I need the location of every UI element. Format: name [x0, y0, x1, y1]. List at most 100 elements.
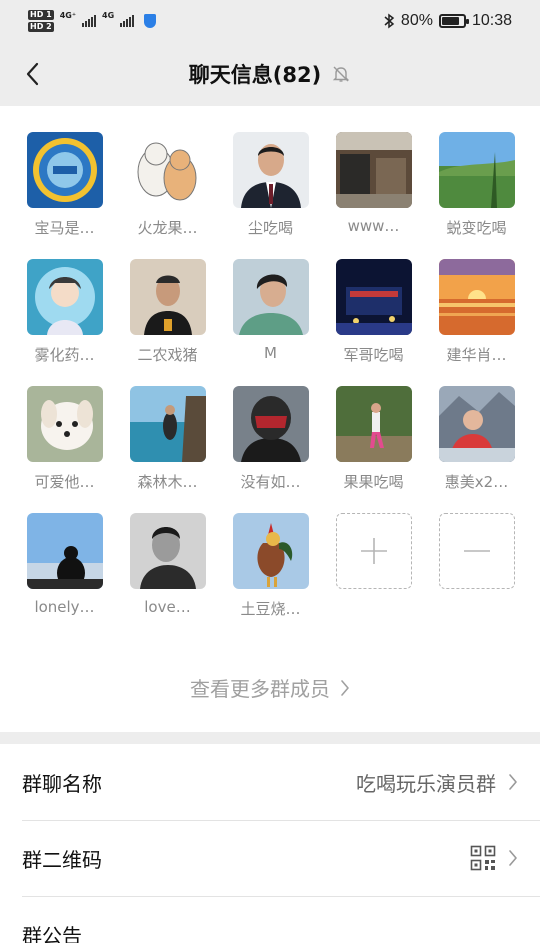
- member-item[interactable]: 森林木…: [116, 386, 219, 492]
- member-name: 尘吃喝: [247, 219, 293, 237]
- chevron-right-icon: [341, 679, 349, 696]
- avatar[interactable]: [129, 259, 206, 335]
- member-name: 惠美x2…: [444, 473, 509, 491]
- avatar[interactable]: [232, 132, 309, 208]
- avatar[interactable]: [26, 513, 103, 589]
- member-item[interactable]: lonely…: [13, 513, 116, 619]
- member-item[interactable]: www…: [322, 132, 425, 238]
- member-name: 果果吃喝: [343, 473, 404, 491]
- remove-member[interactable]: [425, 513, 528, 619]
- member-name: 火龙果…: [137, 219, 198, 237]
- member-name: love…: [144, 598, 191, 616]
- network-type-1: 4G⁺: [59, 10, 77, 20]
- member-item[interactable]: 二农戏猪: [116, 259, 219, 365]
- group-name-right: 吃喝玩乐演员群: [356, 768, 518, 797]
- avatar[interactable]: [232, 259, 309, 335]
- member-item[interactable]: 没有如…: [219, 386, 322, 492]
- qr-code-right: [470, 845, 518, 871]
- title-wrap: 聊天信息(82): [189, 59, 351, 89]
- qr-code-icon: [470, 845, 496, 871]
- bell-off-icon: [333, 66, 350, 82]
- members-grid: 宝马是… 火龙果… 尘吃喝 www… 蜕变吃喝 雾化药… 二农戏猪 M 军哥吃喝…: [13, 132, 528, 619]
- member-name: www…: [347, 217, 400, 235]
- avatar[interactable]: [335, 132, 412, 208]
- page-title: 聊天信息(82): [188, 63, 322, 87]
- battery-percent: 80%: [400, 12, 433, 29]
- view-more-members[interactable]: 查看更多群成员: [0, 673, 540, 702]
- qr-code-label: 群二维码: [22, 847, 102, 872]
- chevron-left-icon: [26, 62, 39, 86]
- avatar[interactable]: [438, 386, 515, 462]
- members-section: 宝马是… 火龙果… 尘吃喝 www… 蜕变吃喝 雾化药… 二农戏猪 M 军哥吃喝…: [0, 106, 540, 732]
- add-member-button[interactable]: [335, 513, 412, 589]
- member-name: 二农戏猪: [137, 346, 198, 364]
- avatar[interactable]: [232, 386, 309, 462]
- member-item[interactable]: 土豆烧…: [219, 513, 322, 619]
- member-name: lonely…: [34, 598, 95, 616]
- member-name: 雾化药…: [34, 346, 95, 364]
- avatar[interactable]: [438, 259, 515, 335]
- group-name-value: 吃喝玩乐演员群: [356, 771, 496, 796]
- view-more-label: 查看更多群成员: [190, 677, 330, 701]
- hd2-badge: HD 2: [28, 22, 54, 32]
- avatar[interactable]: [26, 259, 103, 335]
- member-item[interactable]: 宝马是…: [13, 132, 116, 238]
- group-name-row[interactable]: 群聊名称 吃喝玩乐演员群: [0, 744, 540, 820]
- status-left: HD 1 HD 2 4G⁺ 4G: [28, 10, 157, 32]
- avatar[interactable]: [129, 386, 206, 462]
- bluetooth-icon: [384, 13, 395, 29]
- member-name: 没有如…: [240, 473, 301, 491]
- member-name: 军哥吃喝: [343, 346, 404, 364]
- avatar[interactable]: [232, 513, 309, 589]
- battery-fill: [441, 17, 459, 25]
- avatar[interactable]: [26, 386, 103, 462]
- member-item[interactable]: 蜕变吃喝: [425, 132, 528, 238]
- shield-icon: [144, 14, 157, 28]
- qr-code-row[interactable]: 群二维码: [0, 820, 540, 896]
- member-name: 建华肖…: [446, 346, 507, 364]
- status-bar: HD 1 HD 2 4G⁺ 4G 80% 10:38: [0, 0, 540, 42]
- chevron-right-icon: [509, 850, 517, 866]
- add-member[interactable]: [322, 513, 425, 619]
- group-name-label: 群聊名称: [22, 771, 102, 796]
- member-item[interactable]: 尘吃喝: [219, 132, 322, 238]
- battery-icon: [438, 14, 469, 28]
- member-item[interactable]: 建华肖…: [425, 259, 528, 365]
- avatar[interactable]: [335, 386, 412, 462]
- group-notice-row[interactable]: 群公告: [0, 896, 540, 943]
- signal-icon-2: [120, 15, 135, 27]
- group-notice-label: 群公告: [22, 923, 82, 943]
- avatar[interactable]: [129, 513, 206, 589]
- member-item[interactable]: M: [219, 259, 322, 365]
- status-right: 80% 10:38: [383, 12, 512, 30]
- member-item[interactable]: 果果吃喝: [322, 386, 425, 492]
- signal-icon: [82, 15, 97, 27]
- member-item[interactable]: 雾化药…: [13, 259, 116, 365]
- member-item[interactable]: 火龙果…: [116, 132, 219, 238]
- avatar[interactable]: [438, 132, 515, 208]
- clock: 10:38: [471, 12, 512, 29]
- member-name: M: [264, 344, 277, 362]
- member-item[interactable]: 可爱他…: [13, 386, 116, 492]
- avatar[interactable]: [335, 259, 412, 335]
- member-name: 土豆烧…: [240, 600, 301, 618]
- member-name: 蜕变吃喝: [446, 219, 507, 237]
- member-name: 宝马是…: [34, 219, 95, 237]
- member-name: 森林木…: [137, 473, 198, 491]
- remove-member-button[interactable]: [438, 513, 515, 589]
- settings-list: 群聊名称 吃喝玩乐演员群 群二维码 群公告: [0, 744, 540, 943]
- avatar[interactable]: [129, 132, 206, 208]
- member-item[interactable]: 军哥吃喝: [322, 259, 425, 365]
- chevron-right-icon: [509, 774, 517, 790]
- member-name: 可爱他…: [34, 473, 95, 491]
- network-type-2: 4G: [102, 10, 115, 20]
- hd1-badge: HD 1: [28, 10, 54, 20]
- avatar[interactable]: [26, 132, 103, 208]
- hd-indicators: HD 1 HD 2: [28, 10, 54, 32]
- member-item[interactable]: 惠美x2…: [425, 386, 528, 492]
- back-button[interactable]: [14, 56, 50, 92]
- title-bar: 聊天信息(82): [0, 42, 540, 106]
- plus-icon: [360, 538, 387, 564]
- minus-icon: [463, 550, 490, 552]
- member-item[interactable]: love…: [116, 513, 219, 619]
